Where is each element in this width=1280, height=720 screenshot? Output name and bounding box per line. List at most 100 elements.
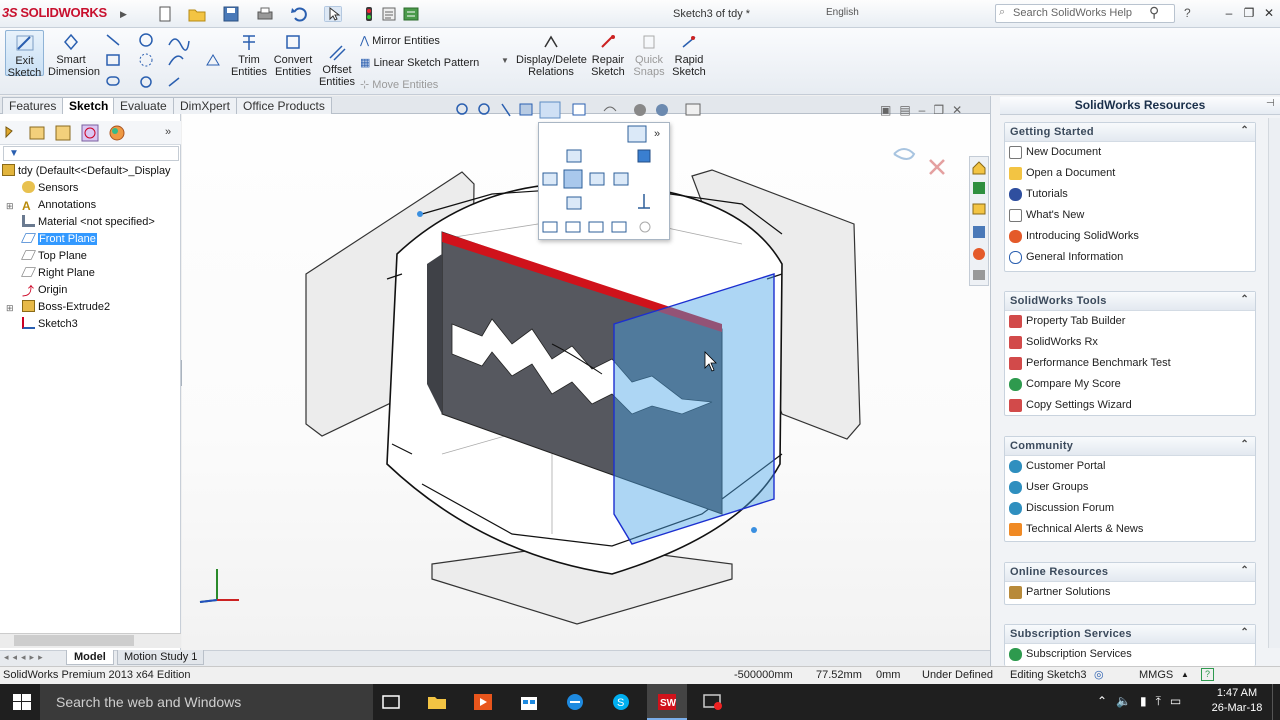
link-open-document[interactable]: Open a Document: [1005, 163, 1255, 184]
link-compare-my-score[interactable]: Compare My Score: [1005, 374, 1255, 395]
mirror-entities-button[interactable]: ⋀ Mirror Entities: [360, 34, 440, 47]
rebuild-icon[interactable]: [360, 6, 378, 22]
back-view-icon[interactable]: [613, 172, 629, 186]
new-document-icon[interactable]: [156, 6, 174, 22]
rebuild-status-icon[interactable]: ◎: [1094, 668, 1104, 681]
four-view-icon[interactable]: [611, 221, 627, 233]
undo-icon[interactable]: [290, 6, 308, 22]
tree-item-sketch3[interactable]: Sketch3: [22, 317, 78, 332]
pin-icon[interactable]: ⊣: [1266, 98, 1275, 109]
minimize-icon[interactable]: –: [1220, 6, 1238, 20]
right-view-icon[interactable]: [589, 172, 605, 186]
cancel-sketch-icon[interactable]: [929, 159, 945, 175]
move-entities-button[interactable]: ⊹ Move Entities: [360, 78, 438, 91]
offset-entities-button[interactable]: Offset Entities: [318, 40, 356, 88]
tree-item-front-plane[interactable]: Front Plane: [21, 232, 97, 247]
section-header[interactable]: Community ⌃: [1005, 437, 1255, 456]
tab-features[interactable]: Features: [2, 97, 64, 114]
task-view-icon[interactable]: [380, 692, 402, 712]
link-introducing-solidworks[interactable]: Introducing SolidWorks: [1005, 226, 1255, 247]
task-pane-scrollbar[interactable]: [1268, 118, 1280, 648]
link-customer-portal[interactable]: Customer Portal: [1005, 456, 1255, 477]
scrollbar-thumb[interactable]: [14, 635, 134, 646]
collapse-section-icon[interactable]: ⌃: [1240, 439, 1249, 450]
tree-item-material[interactable]: Material <not specified>: [22, 215, 155, 230]
link-solidworks-rx[interactable]: SolidWorks Rx: [1005, 332, 1255, 353]
units-dropdown-icon[interactable]: ▲: [1181, 670, 1189, 679]
left-view-icon[interactable]: [542, 172, 558, 186]
link-whats-new[interactable]: What's New: [1005, 205, 1255, 226]
show-desktop-button[interactable]: [1272, 684, 1280, 720]
expand-annotations-icon[interactable]: ⊞: [6, 201, 14, 212]
tree-item-boss-extrude2[interactable]: Boss-Extrude2: [22, 300, 110, 315]
expand-panel-icon[interactable]: »: [165, 126, 171, 138]
link-discussion-forum[interactable]: Discussion Forum: [1005, 498, 1255, 519]
solidworks-app-icon[interactable]: SW: [656, 692, 678, 712]
solidworks-logo[interactable]: 3S SOLIDWORKS: [2, 5, 107, 20]
link-subscription-services[interactable]: Subscription Services: [1005, 644, 1255, 665]
skype-icon[interactable]: S: [610, 692, 632, 712]
edge-browser-icon[interactable]: [564, 692, 586, 712]
exit-sketch-button[interactable]: Exit Sketch: [5, 30, 44, 79]
tree-item-origin[interactable]: ⤴ Origin: [22, 283, 67, 298]
isometric-view-icon[interactable]: [637, 149, 651, 163]
tab-evaluate[interactable]: Evaluate: [113, 97, 174, 114]
link-user-groups[interactable]: User Groups: [1005, 477, 1255, 498]
feature-manager-tabs[interactable]: [3, 124, 133, 142]
help-status-icon[interactable]: ?: [1201, 668, 1214, 681]
media-player-icon[interactable]: [472, 692, 494, 712]
task-pane-tab-icons[interactable]: [970, 158, 988, 284]
tab-model[interactable]: Model: [66, 650, 114, 665]
expand-boss-icon[interactable]: ⊞: [6, 303, 14, 314]
save-icon[interactable]: [222, 6, 240, 22]
viewport-window-controls[interactable]: ▣▤–❐✕: [880, 103, 970, 117]
plane-handle-point[interactable]: [751, 527, 757, 533]
search-icon[interactable]: ⚲: [1149, 4, 1159, 21]
tree-item-right-plane[interactable]: Right Plane: [21, 266, 95, 281]
view-orientation-grid[interactable]: »: [538, 122, 670, 240]
print-icon[interactable]: [256, 6, 274, 22]
tree-filter-input[interactable]: ▼: [3, 146, 179, 161]
bottom-view-icon[interactable]: [566, 196, 582, 210]
help-search-input[interactable]: Search SolidWorks Help: [995, 4, 1175, 23]
repair-sketch-button[interactable]: Repair Sketch: [590, 30, 626, 78]
collapse-section-icon[interactable]: ⌃: [1240, 125, 1249, 136]
section-header[interactable]: SolidWorks Tools ⌃: [1005, 292, 1255, 311]
tab-dimxpert[interactable]: DimXpert: [173, 97, 238, 114]
link-property-tab-builder[interactable]: Property Tab Builder: [1005, 311, 1255, 332]
section-header[interactable]: Subscription Services ⌃: [1005, 625, 1255, 644]
quick-snaps-button[interactable]: Quick Snaps: [630, 30, 668, 78]
options-icon[interactable]: [402, 6, 420, 22]
link-partner-solutions[interactable]: Partner Solutions: [1005, 582, 1255, 603]
collapse-section-icon[interactable]: ⌃: [1240, 565, 1249, 576]
normal-to-icon[interactable]: [638, 194, 650, 209]
link-tutorials[interactable]: Tutorials: [1005, 184, 1255, 205]
help-icon[interactable]: ?: [1184, 6, 1191, 20]
single-view-icon[interactable]: [542, 221, 558, 233]
open-folder-icon[interactable]: [188, 6, 206, 22]
tab-scroll-arrows[interactable]: ◂◂◂▸▸: [4, 652, 47, 663]
convert-entities-button[interactable]: Convert Entities: [272, 30, 314, 78]
linear-sketch-pattern-button[interactable]: ▦ Linear Sketch Pattern: [360, 56, 479, 69]
restore-icon[interactable]: ❐: [1240, 6, 1258, 20]
taskbar-search-input[interactable]: Search the web and Windows: [40, 684, 373, 720]
link-technical-alerts[interactable]: Technical Alerts & News: [1005, 519, 1255, 540]
two-view-vertical-icon[interactable]: [588, 221, 604, 233]
taskbar-clock[interactable]: 1:47 AM 26-Mar-18: [1207, 686, 1267, 716]
section-header[interactable]: Getting Started ⌃: [1005, 123, 1255, 142]
rapid-sketch-button[interactable]: Rapid Sketch: [670, 30, 708, 78]
confirmation-corner-icon[interactable]: [893, 148, 916, 160]
link-new-document[interactable]: New Document: [1005, 142, 1255, 163]
two-view-horizontal-icon[interactable]: [565, 221, 581, 233]
system-tray-icons[interactable]: ⌃🔈▮⤒▭: [1097, 694, 1190, 709]
tree-root[interactable]: tdy (Default<<Default>_Display: [2, 164, 171, 179]
tab-motion-study-1[interactable]: Motion Study 1: [117, 650, 205, 665]
section-header[interactable]: Online Resources ⌃: [1005, 563, 1255, 582]
front-view-icon[interactable]: [563, 169, 583, 189]
collapse-section-icon[interactable]: ⌃: [1240, 627, 1249, 638]
trim-entities-button[interactable]: Trim Entities: [230, 30, 268, 78]
file-properties-icon[interactable]: [380, 6, 398, 22]
tab-sketch[interactable]: Sketch: [62, 97, 116, 114]
link-general-information[interactable]: General Information: [1005, 247, 1255, 268]
tree-item-annotations[interactable]: A Annotations: [22, 198, 96, 213]
